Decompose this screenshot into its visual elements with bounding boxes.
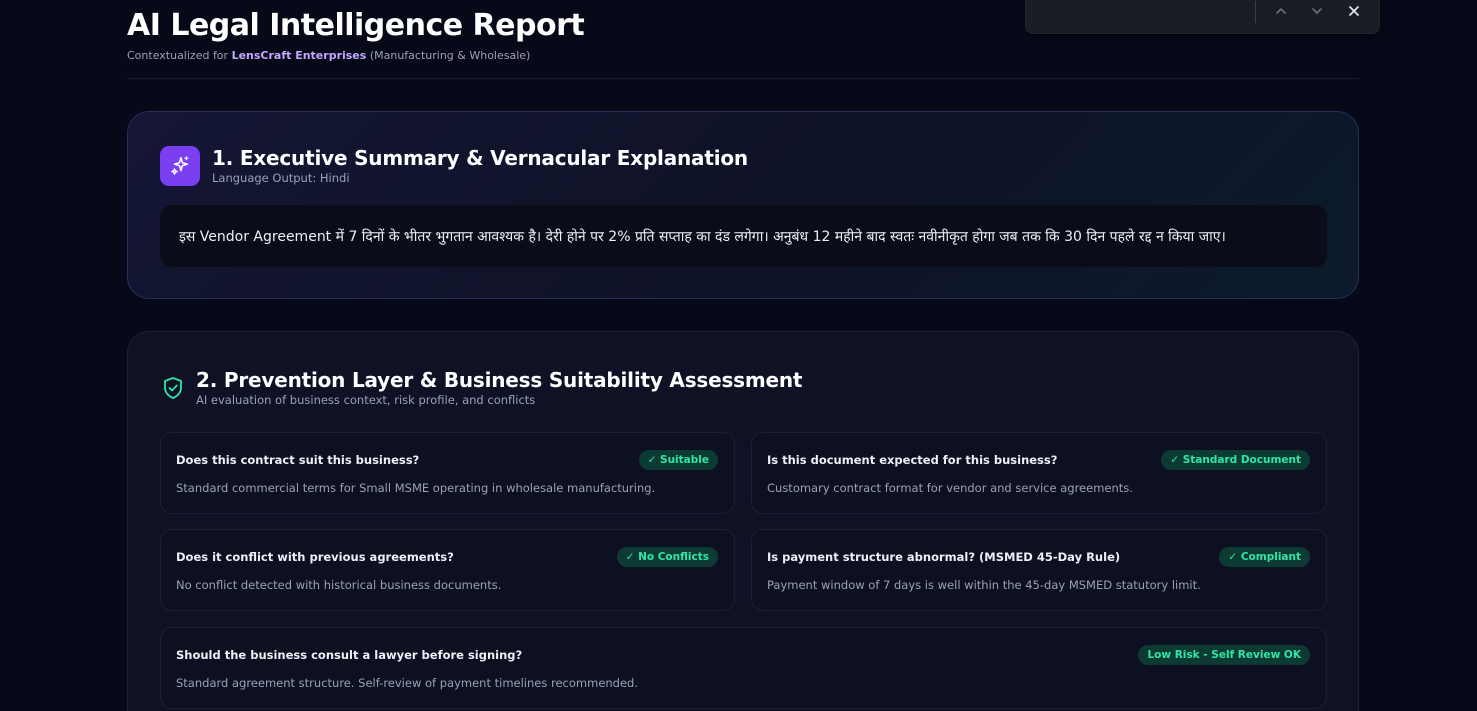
executive-summary-title: 1. Executive Summary & Vernacular Explan… [212, 146, 748, 170]
report-page: AI Legal Intelligence Report Contextuali… [0, 0, 1477, 711]
assessment-answer: Standard agreement structure. Self-revie… [176, 676, 639, 690]
report-subtitle: Contextualized for LensCraft Enterprises… [127, 49, 1359, 62]
chevron-down-icon [1312, 8, 1322, 14]
subtitle-prefix: Contextualized for [127, 49, 229, 62]
prevention-layer-card: 2. Prevention Layer & Business Suitabili… [127, 331, 1359, 711]
shield-check-icon [161, 376, 185, 400]
assessment-answer: Customary contract format for vendor and… [767, 481, 1133, 495]
language-output-label: Language Output: Hindi [212, 171, 350, 185]
assessment-question: Is payment structure abnormal? (MSMED 45… [767, 550, 1121, 564]
prevention-layer-title: 2. Prevention Layer & Business Suitabili… [196, 368, 803, 392]
company-industry: (Manufacturing & Wholesale) [369, 49, 531, 62]
assessment-question: Does it conflict with previous agreement… [176, 550, 454, 564]
assessment-answer: No conflict detected with historical bus… [176, 578, 502, 592]
status-badge: ✓ Standard Document [1161, 450, 1310, 470]
assessment-question: Does this contract suit this business? [176, 453, 420, 467]
prevention-layer-subtitle: AI evaluation of business context, risk … [196, 393, 536, 407]
status-badge: ✓ Compliant [1219, 547, 1310, 567]
status-badge: Low Risk - Self Review OK [1138, 645, 1310, 665]
close-icon [1349, 6, 1359, 16]
find-next-button[interactable] [1305, 0, 1329, 23]
executive-summary-header: 1. Executive Summary & Vernacular Explan… [160, 146, 748, 186]
find-close-button[interactable] [1342, 0, 1366, 23]
chevron-up-icon [1276, 8, 1286, 14]
find-bar [1025, 0, 1380, 34]
executive-summary-card: 1. Executive Summary & Vernacular Explan… [127, 111, 1359, 299]
sparkle-icon [160, 146, 200, 186]
assessment-question: Should the business consult a lawyer bef… [176, 648, 523, 662]
prevention-heading-group: 2. Prevention Layer & Business Suitabili… [196, 368, 802, 408]
prevention-layer-header: 2. Prevention Layer & Business Suitabili… [161, 368, 802, 408]
executive-summary-heading-group: 1. Executive Summary & Vernacular Explan… [212, 146, 748, 186]
assessment-item-document-expected: Is this document expected for this busin… [751, 432, 1327, 514]
find-bar-divider [1255, 1, 1256, 23]
assessment-item-payment-structure: Is payment structure abnormal? (MSMED 45… [751, 529, 1327, 611]
assessment-answer: Standard commercial terms for Small MSME… [176, 481, 656, 495]
find-previous-button[interactable] [1269, 0, 1293, 23]
assessment-item-lawyer-consult: Should the business consult a lawyer bef… [160, 627, 1327, 709]
assessment-question: Is this document expected for this busin… [767, 453, 1058, 467]
vernacular-explanation: इस Vendor Agreement में 7 दिनों के भीतर … [160, 205, 1327, 267]
assessment-answer: Payment window of 7 days is well within … [767, 578, 1201, 592]
status-badge: ✓ Suitable [638, 450, 718, 470]
assessment-item-conflicts: Does it conflict with previous agreement… [160, 529, 735, 611]
assessment-item-suitability: Does this contract suit this business? ✓… [160, 432, 735, 514]
company-name: LensCraft Enterprises [231, 49, 367, 62]
status-badge: ✓ No Conflicts [616, 547, 718, 567]
